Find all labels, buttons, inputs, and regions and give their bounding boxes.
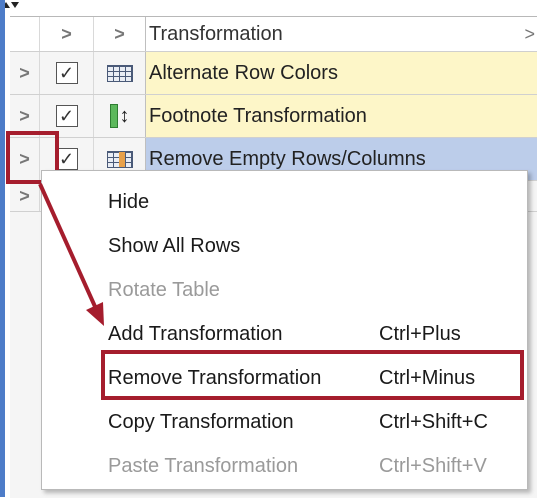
menu-item-rotate-table: Rotate Table [42,267,527,311]
menu-item-label: Rotate Table [108,279,220,301]
header-expand-cell [10,17,40,51]
table-grid-orange-icon [106,150,133,168]
enabled-checkbox[interactable]: ✓ [55,62,78,84]
row-label[interactable]: Footnote Transformation [146,95,537,137]
chevron-right-icon: > [19,62,30,83]
menu-item-shortcut: Ctrl+Shift+C [379,411,488,433]
header-check-cell[interactable]: > [40,17,94,51]
chevron-right-icon: > [19,105,30,126]
menu-item-label: Copy Transformation [108,411,294,433]
menu-item-label: Add Transformation [108,323,283,345]
row-label[interactable]: Alternate Row Colors [146,52,537,94]
annotation-highlight-remove [101,350,524,400]
menu-item-label: Paste Transformation [108,455,299,477]
menu-item-copy-transformation[interactable]: Copy Transformation Ctrl+Shift+C [42,399,527,443]
header-icon-cell[interactable]: > [94,17,146,51]
menu-item-label: Show All Rows [108,235,241,257]
menu-item-paste-transformation: Paste Transformation Ctrl+Shift+V [42,443,527,487]
menu-item-hide[interactable]: Hide [42,179,527,223]
table-row[interactable]: > ✓ ↕ Footnote Transformation [10,95,537,138]
chevron-right-icon: > [61,23,72,44]
table-grid-icon [106,64,133,82]
row-icon-cell [94,52,146,94]
footnote-icon: ↕ [109,104,130,128]
menu-item-show-all-rows[interactable]: Show All Rows [42,223,527,267]
chevron-right-icon[interactable]: > [524,24,535,45]
row-icon-cell: ↕ [94,95,146,137]
chevron-right-icon: > [19,185,30,206]
menu-item-shortcut: Ctrl+Shift+V [379,455,487,477]
menu-item-shortcut: Ctrl+Plus [379,323,461,345]
chevron-right-icon: > [114,23,125,44]
enabled-checkbox[interactable]: ✓ [55,105,78,127]
context-menu: Hide Show All Rows Rotate Table Add Tran… [41,170,528,490]
menu-item-add-transformation[interactable]: Add Transformation Ctrl+Plus [42,311,527,355]
column-header-label: Transformation [149,22,283,45]
row-checkbox-cell[interactable]: ✓ [40,52,94,94]
menu-item-label: Hide [108,191,150,213]
column-header-transformation[interactable]: Transformation > [146,17,537,51]
row-expander[interactable]: > [10,52,40,94]
window-left-edge [0,0,5,497]
grid-header: > > Transformation > [10,17,537,52]
row-expander[interactable]: > [10,181,40,211]
table-row[interactable]: > ✓ Alternate Row Colors [10,52,537,95]
